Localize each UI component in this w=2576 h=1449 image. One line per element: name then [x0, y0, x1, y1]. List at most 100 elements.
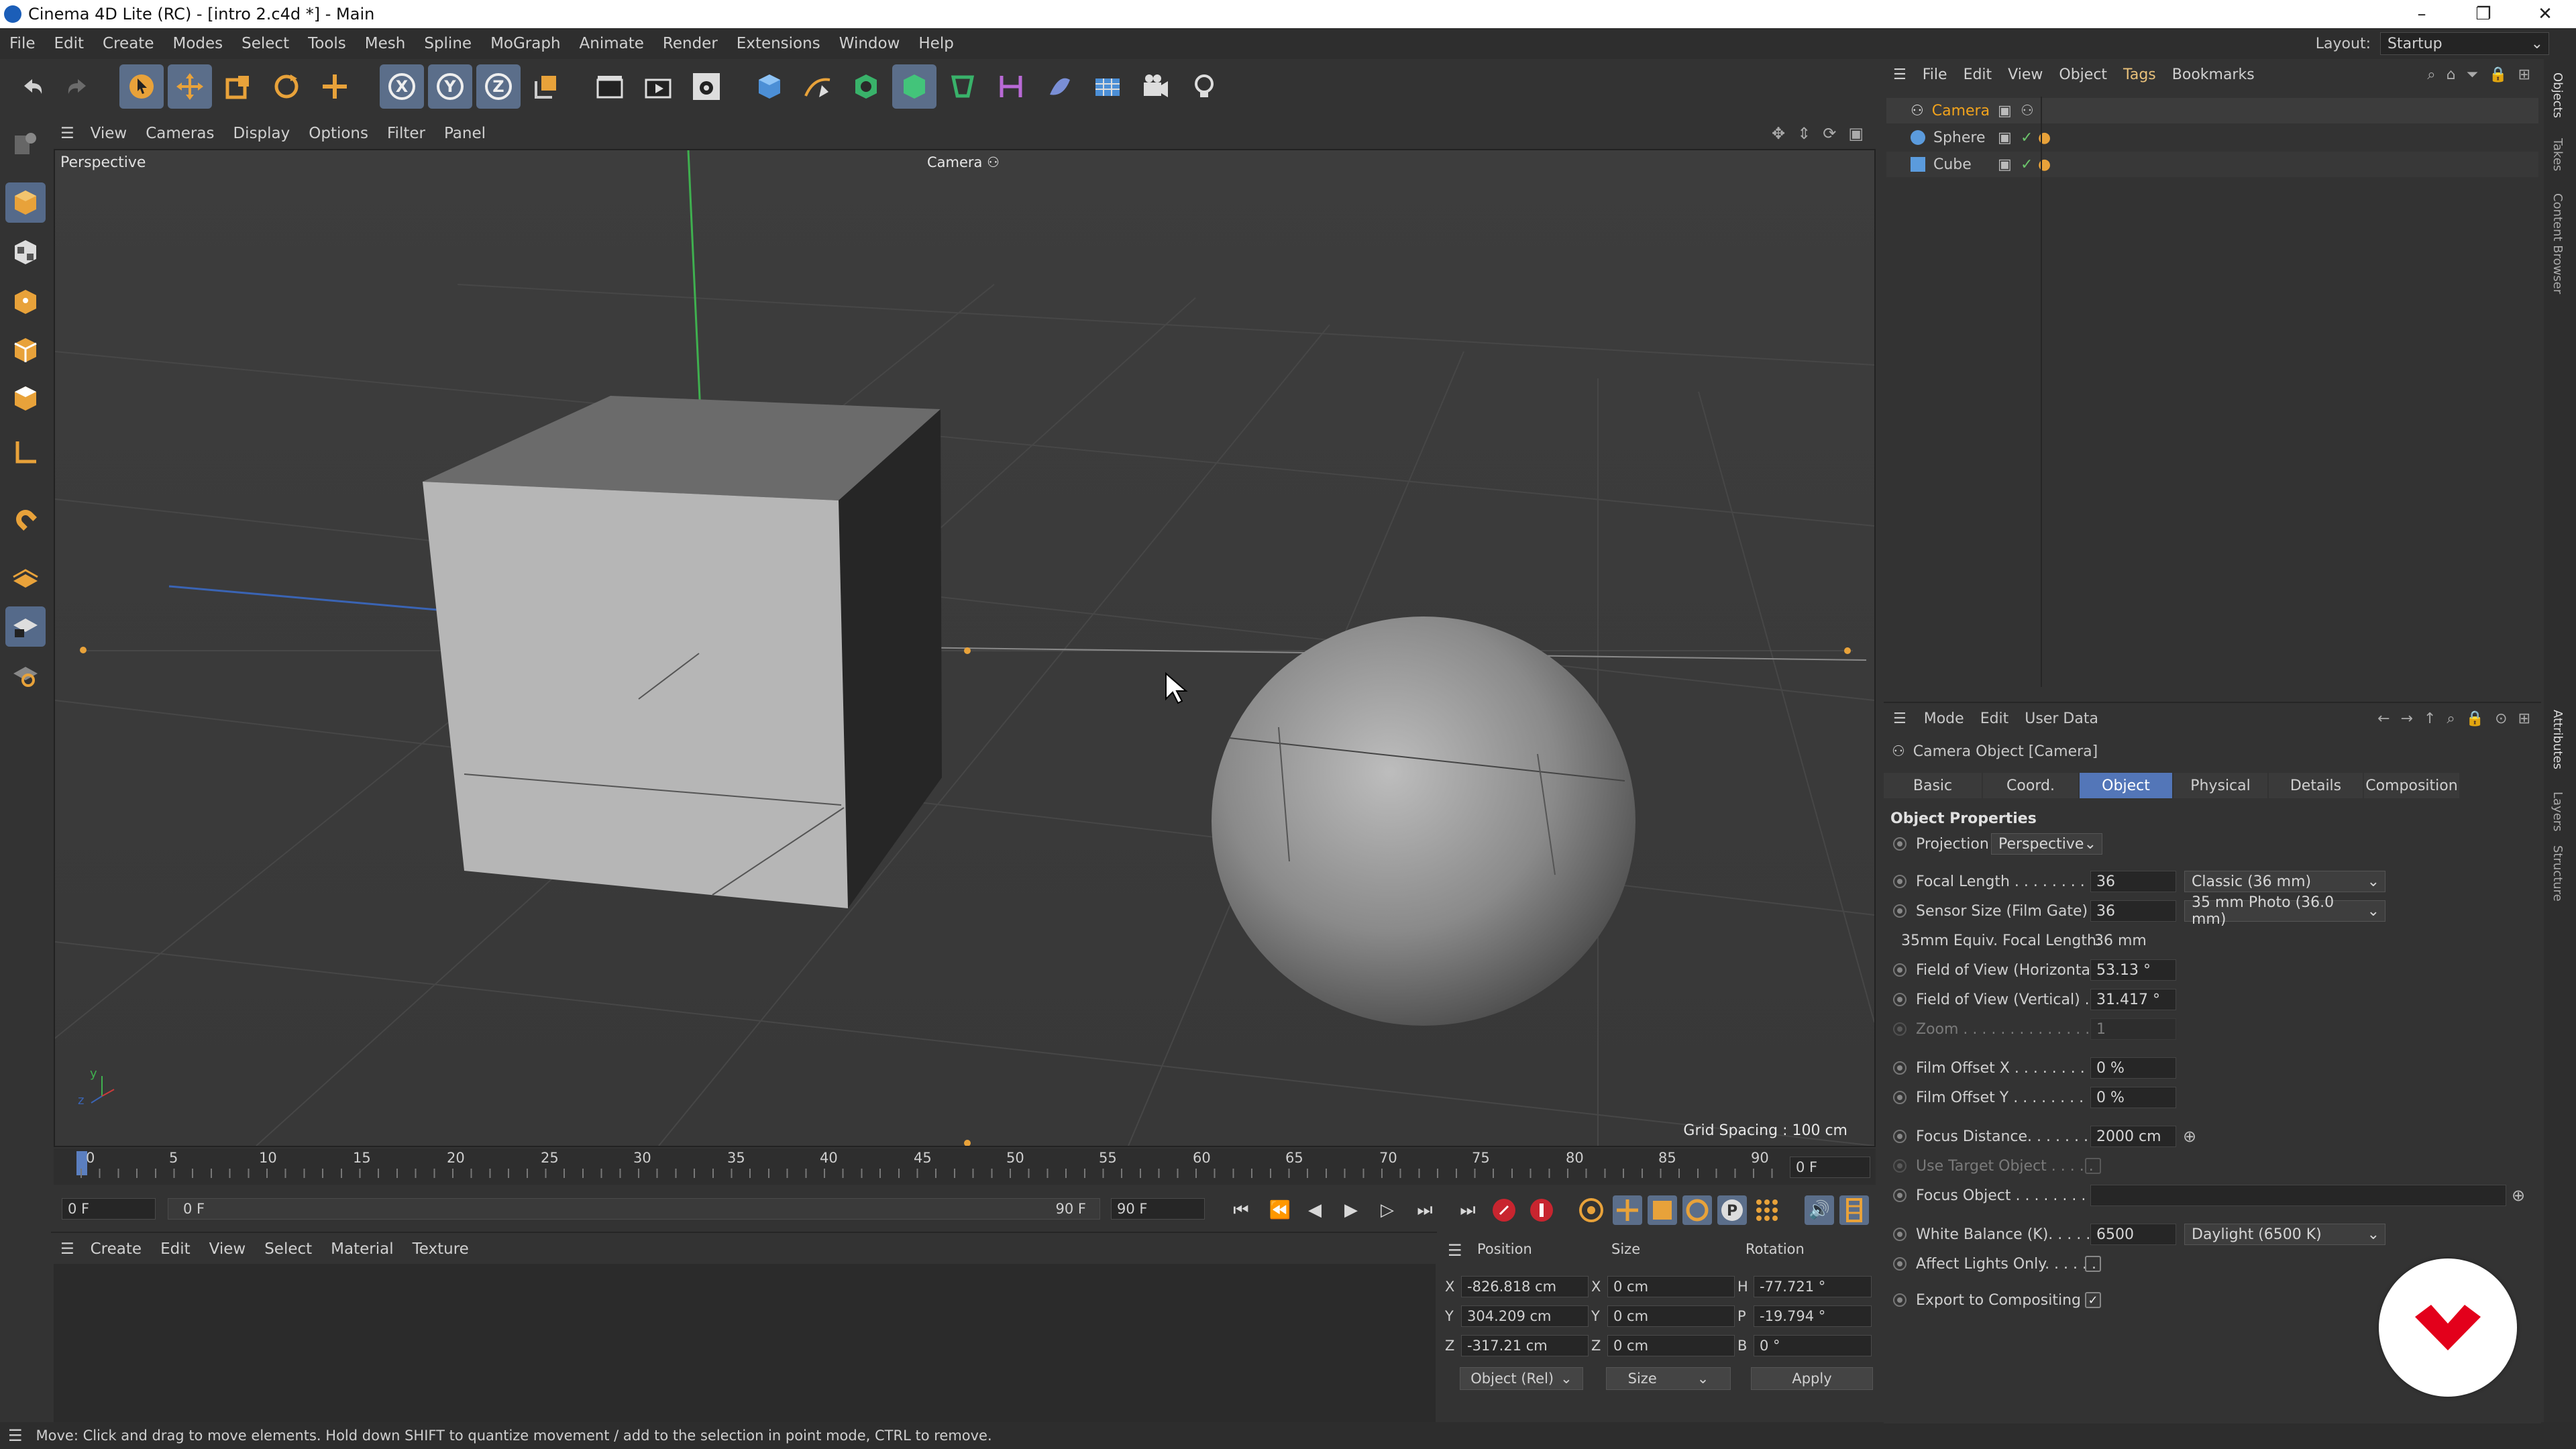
material-menu-create[interactable]: Create	[81, 1240, 151, 1258]
viewport-menu-display[interactable]: Display	[223, 125, 299, 142]
viewport-menu-options[interactable]: Options	[299, 125, 378, 142]
previous-frame-icon[interactable]: ◀	[1300, 1195, 1330, 1225]
scale-key-icon[interactable]	[1648, 1195, 1677, 1225]
viewport-menu-filter[interactable]: Filter	[378, 125, 435, 142]
deformer-icon[interactable]	[941, 64, 985, 109]
forward-arrow-icon[interactable]: →	[2401, 710, 2413, 727]
visibility-toggle-icon[interactable]: ▣	[1998, 129, 2012, 146]
white-balance-field[interactable]: 6500	[2090, 1224, 2176, 1245]
sound-icon[interactable]: 🔊	[1805, 1195, 1834, 1225]
material-menu-edit[interactable]: Edit	[151, 1240, 200, 1258]
cube-mesh[interactable]	[423, 396, 942, 908]
material-menu-view[interactable]: View	[200, 1240, 256, 1258]
menu-edit[interactable]: Edit	[45, 35, 94, 52]
close-button[interactable]: ✕	[2514, 0, 2576, 28]
settings-icon[interactable]: ⊙	[2495, 710, 2507, 727]
snapping-icon[interactable]	[5, 499, 46, 539]
up-arrow-icon[interactable]: ↑	[2424, 710, 2436, 727]
tab-content-browser[interactable]: Content Browser	[2551, 193, 2565, 294]
menu-select[interactable]: Select	[232, 35, 299, 52]
current-frame-field[interactable]: 0 F	[1790, 1157, 1870, 1178]
visibility-toggle-icon[interactable]: ▣	[1998, 156, 2012, 173]
rotate-tool-icon[interactable]	[264, 64, 309, 109]
object-row-sphere[interactable]: Sphere ▣ ✓ ●	[1886, 125, 2538, 150]
object-menu-object[interactable]: Object	[2051, 66, 2115, 83]
tab-basic[interactable]: Basic	[1884, 773, 1982, 798]
animate-radio-icon[interactable]	[1893, 1257, 1907, 1271]
tab-attributes[interactable]: Attributes	[2551, 710, 2565, 769]
render-to-picture-viewer-icon[interactable]	[636, 64, 680, 109]
dolly-view-icon[interactable]: ⇕	[1797, 124, 1811, 143]
timeline-window-icon[interactable]	[1839, 1195, 1869, 1225]
menu-window[interactable]: Window	[830, 35, 910, 52]
apply-button[interactable]: Apply	[1751, 1367, 1873, 1390]
scale-tool-icon[interactable]	[216, 64, 260, 109]
cube-object-icon[interactable]	[747, 64, 792, 109]
pen-spline-icon[interactable]	[796, 64, 840, 109]
phong-tag-icon[interactable]: ●	[2038, 156, 2051, 173]
animate-radio-icon[interactable]	[1893, 1228, 1907, 1241]
animate-radio-icon[interactable]	[1893, 1061, 1907, 1075]
undo-icon[interactable]	[9, 64, 54, 109]
end-frame-field[interactable]: 90 F	[1111, 1198, 1205, 1220]
hamburger-icon[interactable]: ☰	[1448, 1241, 1462, 1260]
pos-x-field[interactable]: -826.818 cm	[1461, 1276, 1589, 1297]
animate-radio-icon[interactable]	[1893, 875, 1907, 888]
rotation-key-icon[interactable]	[1682, 1195, 1712, 1225]
texture-mode-icon[interactable]	[5, 232, 46, 272]
parameter-key-icon[interactable]: P	[1717, 1195, 1747, 1225]
back-arrow-icon[interactable]: ←	[2377, 710, 2390, 727]
object-menu-view[interactable]: View	[2000, 66, 2051, 83]
move-tool-icon[interactable]	[168, 64, 212, 109]
layout-select[interactable]: Startup ⌄	[2380, 32, 2549, 55]
search-icon[interactable]: ⌕	[2427, 66, 2435, 83]
size-x-field[interactable]: 0 cm	[1607, 1276, 1735, 1297]
points-mode-icon[interactable]	[5, 282, 46, 322]
viewport-menu-view[interactable]: View	[81, 125, 137, 142]
enabled-check-icon[interactable]: ✓	[2021, 156, 2033, 173]
sensor-preset-select[interactable]: 35 mm Photo (36.0 mm) ⌄	[2184, 894, 2385, 928]
pick-distance-icon[interactable]: ⊕	[2183, 1127, 2196, 1146]
size-mode-select[interactable]: Size ⌄	[1606, 1367, 1731, 1390]
tab-physical[interactable]: Physical	[2174, 773, 2267, 798]
menu-modes[interactable]: Modes	[163, 35, 232, 52]
environment-floor-icon[interactable]	[1037, 64, 1081, 109]
timeline-ruler[interactable]: 0 5 10 15 20 25 30 35 40 45 50 55 60 65 …	[54, 1148, 1876, 1185]
y-axis-lock-icon[interactable]: Y	[428, 64, 472, 109]
locked-workplane-icon[interactable]	[5, 606, 46, 647]
camera-tag-icon[interactable]: ⚇	[2021, 103, 2034, 119]
light-object-icon[interactable]	[1182, 64, 1226, 109]
material-menu-select[interactable]: Select	[255, 1240, 321, 1258]
lock-icon[interactable]: 🔒	[2466, 710, 2484, 727]
rot-b-field[interactable]: 0 °	[1754, 1335, 1872, 1356]
object-menu-file[interactable]: File	[1915, 66, 1955, 83]
perspective-viewport[interactable]: Perspective Camera ⚇ y z Grid Spacing : …	[54, 149, 1876, 1147]
object-row-cube[interactable]: Cube ▣ ✓ ●	[1886, 152, 2538, 177]
tab-structure[interactable]: Structure	[2551, 845, 2565, 902]
menu-create[interactable]: Create	[93, 35, 163, 52]
coord-mode-select[interactable]: Object (Rel) ⌄	[1460, 1367, 1583, 1390]
home-icon[interactable]: ⌂	[2447, 66, 2456, 83]
transform-tool-icon[interactable]	[313, 64, 357, 109]
lock-icon[interactable]: 🔒	[2489, 66, 2507, 83]
render-view-icon[interactable]	[588, 64, 632, 109]
phong-tag-icon[interactable]: ●	[2038, 129, 2051, 146]
new-panel-icon[interactable]: ⊞	[2518, 66, 2530, 83]
filter-icon[interactable]: ⏷	[2467, 66, 2479, 83]
animate-radio-icon[interactable]	[1893, 837, 1907, 851]
hamburger-icon[interactable]: ☰	[8, 1426, 23, 1445]
menu-animate[interactable]: Animate	[570, 35, 653, 52]
x-axis-lock-icon[interactable]: X	[380, 64, 424, 109]
maximize-button[interactable]: ❐	[2453, 0, 2514, 28]
focus-object-link-field[interactable]	[2090, 1185, 2506, 1206]
tab-composition[interactable]: Composition	[2364, 773, 2459, 798]
field-icon[interactable]	[989, 64, 1033, 109]
animate-radio-icon[interactable]	[1893, 904, 1907, 918]
menu-render[interactable]: Render	[653, 35, 727, 52]
selection-tool-icon[interactable]	[119, 64, 164, 109]
export-compositing-checkbox[interactable]: ✓	[2085, 1292, 2101, 1308]
menu-mesh[interactable]: Mesh	[356, 35, 415, 52]
cloner-icon[interactable]	[892, 64, 936, 109]
size-z-field[interactable]: 0 cm	[1607, 1335, 1735, 1356]
new-panel-icon[interactable]: ⊞	[2518, 710, 2530, 727]
